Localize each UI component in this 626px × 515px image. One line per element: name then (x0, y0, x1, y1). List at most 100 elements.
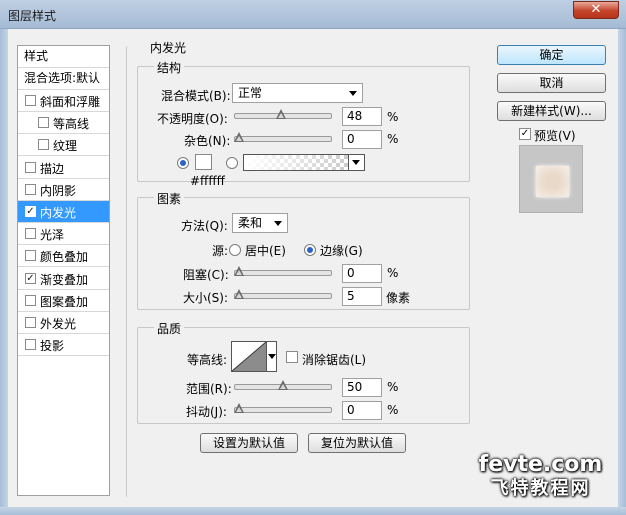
style-item[interactable]: 斜面和浮雕 (18, 90, 109, 112)
style-item-label: 内发光 (40, 206, 77, 220)
choke-input[interactable]: 0 (342, 264, 382, 283)
size-unit: 像素 (386, 291, 411, 305)
noise-input[interactable]: 0 (342, 130, 382, 149)
style-item-checkbox[interactable] (25, 95, 36, 106)
size-slider-thumb[interactable] (234, 289, 244, 300)
jitter-value: 0 (347, 403, 355, 417)
chevron-down-icon (349, 91, 357, 96)
source-edge-radio[interactable] (304, 244, 316, 256)
style-item-checkbox[interactable] (25, 161, 36, 173)
glow-color-swatch[interactable] (195, 154, 212, 170)
choke-slider[interactable] (234, 266, 332, 276)
style-item[interactable]: ✓ 渐变叠加 (18, 268, 109, 290)
cancel-button[interactable]: 取消 (497, 73, 606, 93)
opacity-slider-thumb[interactable] (276, 109, 287, 120)
glow-gradient-picker[interactable] (243, 154, 365, 171)
style-item-checkbox[interactable] (25, 317, 36, 328)
gradient-mode-radio[interactable] (226, 157, 238, 169)
blend-options-default[interactable]: 混合选项:默认 (18, 68, 109, 90)
make-default-label: 设置为默认值 (212, 436, 285, 450)
make-default-button[interactable]: 设置为默认值 (200, 433, 298, 453)
style-item-label: 光泽 (40, 228, 65, 243)
styles-list: 样式 混合选项:默认 斜面和浮雕等高线纹理 描边 内阴影 ✓ 内发光光泽颜色叠加 ✓ 渐变叠… (17, 45, 110, 496)
style-item-label: 外发光 (40, 317, 77, 331)
style-item-checkbox[interactable]: ✓ (25, 206, 36, 217)
new-style-label: 新建样式(W)... (511, 104, 592, 118)
style-item[interactable]: 光泽 (18, 223, 109, 246)
quality-label: 品质 (154, 320, 185, 337)
size-slider[interactable] (234, 289, 332, 299)
style-item[interactable]: 颜色叠加 (18, 245, 109, 268)
blend-mode-label: 混合模式(B): (161, 89, 231, 103)
opacity-slider[interactable] (234, 109, 332, 119)
style-item-label: 图案叠加 (40, 294, 89, 309)
blend-options-label: 混合选项:默认 (24, 71, 101, 85)
noise-slider-thumb[interactable] (234, 132, 244, 143)
style-item[interactable]: 等高线 (18, 112, 109, 135)
style-item-checkbox[interactable] (25, 228, 36, 240)
noise-slider[interactable] (234, 132, 332, 142)
watermark-line2: 飞特教程网 (490, 478, 591, 499)
color-mode-radio[interactable] (177, 157, 189, 169)
gradient-preview (244, 155, 348, 170)
style-item[interactable]: 外发光 (18, 312, 109, 334)
source-center-label: 居中(E) (245, 244, 286, 258)
window-frame-right (618, 29, 626, 515)
range-slider-thumb[interactable] (278, 380, 288, 391)
style-item-label: 等高线 (53, 117, 90, 132)
range-slider[interactable] (234, 380, 332, 390)
ok-label: 确定 (539, 48, 564, 62)
style-item-checkbox[interactable] (38, 117, 49, 129)
choke-percent: % (387, 266, 399, 280)
noise-percent: % (387, 132, 399, 146)
close-button[interactable]: ✕ (573, 1, 619, 19)
choke-slider-thumb[interactable] (234, 266, 244, 277)
structure-label: 结构 (154, 59, 185, 76)
contour-linear-icon (231, 341, 267, 372)
style-item-checkbox[interactable] (38, 139, 49, 151)
title-bar[interactable]: 图层样式 ✕ (0, 0, 626, 29)
style-item-checkbox[interactable] (25, 294, 36, 306)
range-value: 50 (347, 380, 363, 394)
ok-button[interactable]: 确定 (497, 45, 606, 65)
jitter-slider-thumb[interactable] (234, 403, 244, 414)
antialias-checkbox[interactable] (286, 351, 298, 363)
window-title: 图层样式 (8, 9, 57, 23)
blend-mode-select[interactable]: 正常 (232, 83, 363, 103)
contour-picker[interactable] (231, 341, 267, 372)
jitter-input[interactable]: 0 (342, 401, 382, 420)
watermark: fevte.com 飞特教程网 (463, 452, 618, 500)
style-item-checkbox[interactable] (25, 250, 36, 262)
size-label: 大小(S): (183, 291, 229, 305)
range-input[interactable]: 50 (342, 378, 382, 397)
style-item[interactable]: 内阴影 (18, 179, 109, 201)
choke-value: 0 (347, 266, 355, 280)
style-item[interactable]: 投影 (18, 334, 109, 357)
style-item[interactable]: 纹理 (18, 134, 109, 157)
chevron-down-icon[interactable] (348, 155, 364, 170)
technique-label: 方法(Q): (181, 219, 228, 233)
size-value: 5 (347, 289, 355, 303)
size-input[interactable]: 5 (342, 287, 382, 306)
style-item-checkbox[interactable] (25, 339, 36, 351)
chevron-down-icon (274, 221, 282, 226)
styles-header[interactable]: 样式 (18, 46, 109, 68)
new-style-button[interactable]: 新建样式(W)... (497, 101, 606, 121)
window-frame-left (0, 29, 8, 515)
technique-select[interactable]: 柔和 (232, 213, 288, 233)
style-item-checkbox[interactable] (25, 183, 36, 195)
reset-default-button[interactable]: 复位为默认值 (308, 433, 406, 453)
preview-label: 预览(V) (534, 129, 576, 143)
style-item-checkbox[interactable]: ✓ (25, 272, 36, 284)
style-item[interactable]: ✓ 内发光 (18, 201, 109, 223)
style-item[interactable]: 描边 (18, 157, 109, 179)
style-preview (519, 145, 583, 213)
style-item[interactable]: 图案叠加 (18, 290, 109, 312)
watermark-line1: fevte.com (478, 452, 603, 477)
opacity-input[interactable]: 48 (342, 107, 382, 126)
source-center-radio[interactable] (229, 244, 241, 256)
glow-color-hex: #ffffff (190, 174, 225, 188)
contour-dropdown[interactable] (266, 341, 277, 372)
jitter-slider[interactable] (234, 403, 332, 413)
preview-checkbox[interactable]: ✓ (519, 128, 531, 140)
